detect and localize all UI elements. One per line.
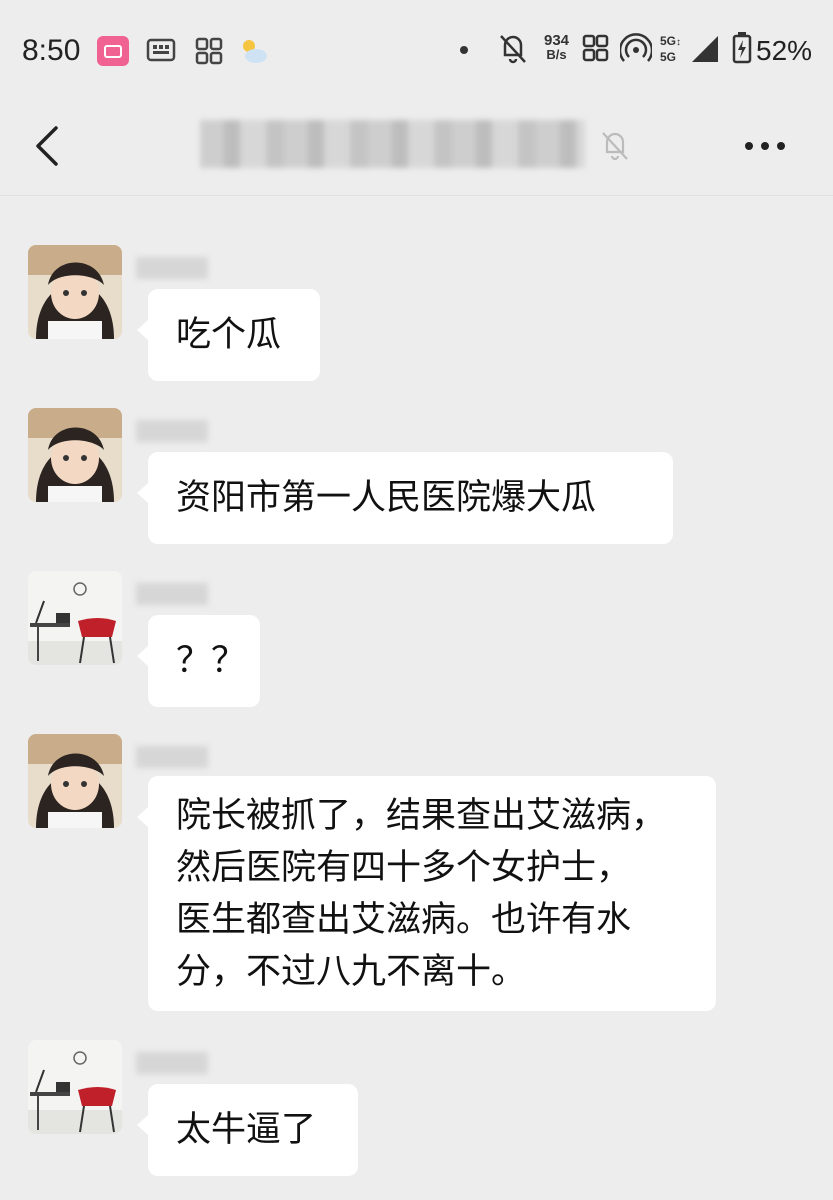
sender-name-redacted xyxy=(136,583,208,605)
network-type-bottom: 5G xyxy=(660,50,677,64)
signal-icon xyxy=(690,30,720,70)
status-bar: 8:50 934 B/s 5G↕ 5G 52% xyxy=(0,0,833,100)
room-chair-avatar[interactable] xyxy=(28,1040,122,1134)
net-speed: 934 B/s xyxy=(544,33,569,62)
message-bubble[interactable]: ？？ xyxy=(137,615,260,707)
network-type: 5G↕ 5G xyxy=(660,34,682,64)
sender-name-redacted xyxy=(136,1052,208,1074)
room-chair-avatar[interactable] xyxy=(28,571,122,665)
net-speed-unit: B/s xyxy=(546,47,567,62)
notification-dot-icon xyxy=(460,46,468,54)
apps-grid-icon xyxy=(193,36,225,66)
bell-muted-icon xyxy=(496,30,530,70)
back-icon[interactable] xyxy=(30,124,70,168)
battery-icon xyxy=(732,30,752,70)
message-bubble[interactable]: 资阳市第一人民医院爆大瓜 xyxy=(137,452,673,544)
bell-off-icon xyxy=(598,128,632,162)
girl-avatar[interactable] xyxy=(28,408,122,502)
bilibili-icon xyxy=(97,36,129,66)
girl-avatar[interactable] xyxy=(28,734,122,828)
hotspot-icon xyxy=(618,30,654,70)
message-bubble[interactable]: 太牛逼了 xyxy=(137,1084,358,1176)
sender-name-redacted xyxy=(136,420,208,442)
network-type-top: 5G xyxy=(660,34,677,48)
message-bubble[interactable]: 院长被抓了，结果查出艾滋病， 然后医院有四十多个女护士， 医生都查出艾滋病。也许… xyxy=(137,776,716,1011)
battery-percent: 52% xyxy=(756,35,813,66)
girl-avatar[interactable] xyxy=(28,245,122,339)
tv-icon xyxy=(145,36,177,66)
chat-title-redacted xyxy=(200,120,585,168)
sender-name-redacted xyxy=(136,257,208,279)
nfc-icon xyxy=(582,30,610,70)
chat-header xyxy=(0,100,833,196)
message-bubble[interactable]: 吃个瓜 xyxy=(137,289,320,381)
more-dots-icon[interactable] xyxy=(740,134,790,158)
sender-name-redacted xyxy=(136,746,208,768)
status-time: 8:50 xyxy=(22,34,81,67)
weather-icon xyxy=(238,36,270,66)
